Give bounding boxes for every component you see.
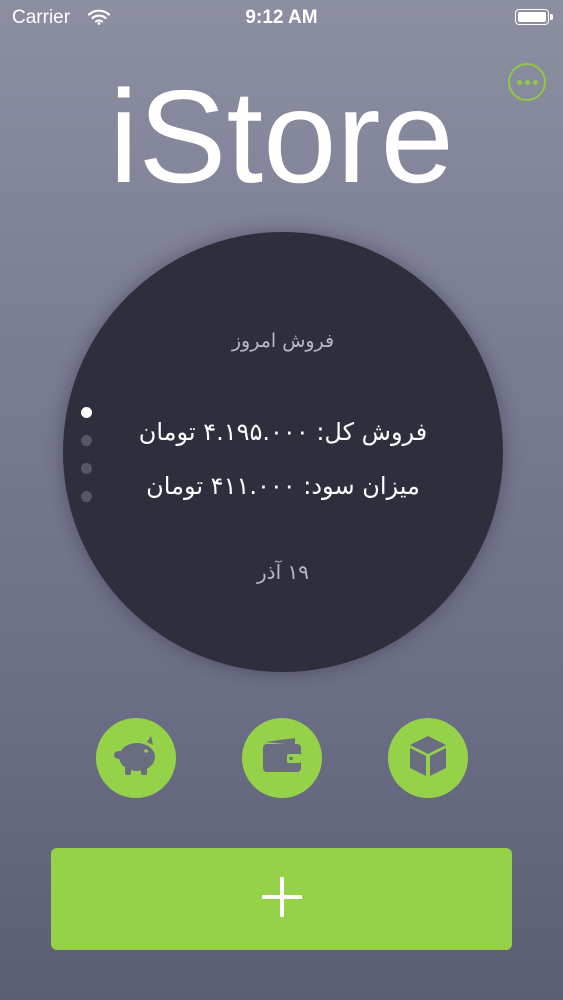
battery-icon: [515, 9, 553, 25]
sales-heading: فروش امروز: [231, 330, 335, 352]
wallet-icon: [259, 736, 305, 780]
status-bar: Carrier 9:12 AM: [0, 0, 563, 36]
total-sales: فروش کل: ۴.۱۹۵.۰۰۰ تومان: [138, 418, 428, 446]
wallet-button[interactable]: [242, 718, 322, 798]
page-dot[interactable]: [81, 463, 92, 474]
profit-amount: میزان سود: ۴۱۱.۰۰۰ تومان: [146, 472, 420, 500]
app-title: iStore: [109, 63, 454, 210]
clock: 9:12 AM: [245, 7, 318, 28]
page-dot[interactable]: [81, 435, 92, 446]
sales-date: ۱۹ آذر: [257, 560, 309, 584]
piggy-bank-icon: [111, 733, 161, 783]
inventory-button[interactable]: [388, 718, 468, 798]
plus-icon: [260, 875, 304, 923]
daily-sales-card[interactable]: فروش امروز فروش کل: ۴.۱۹۵.۰۰۰ تومان میزا…: [63, 232, 503, 672]
box-icon: [406, 733, 450, 783]
page-dot[interactable]: [81, 491, 92, 502]
page-dot[interactable]: [81, 407, 92, 418]
savings-button[interactable]: [96, 718, 176, 798]
add-sale-button[interactable]: [51, 848, 512, 950]
page-indicator[interactable]: [81, 407, 95, 519]
